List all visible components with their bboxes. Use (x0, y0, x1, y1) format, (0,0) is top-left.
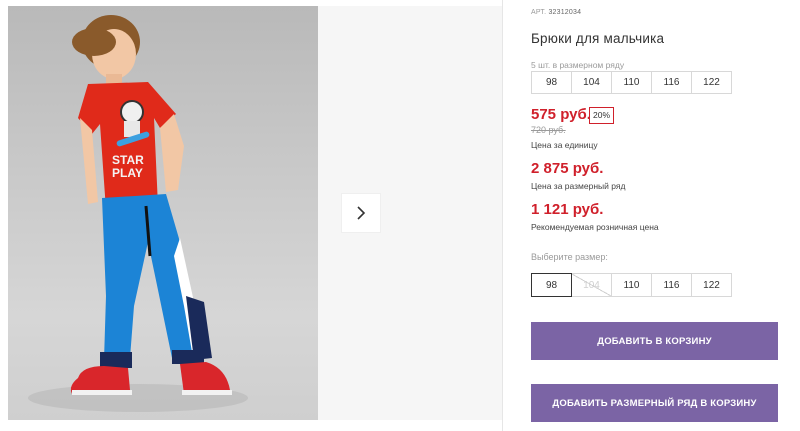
choose-size-label: Выберите размер: (531, 252, 608, 262)
add-to-cart-button[interactable]: ДОБАВИТЬ В КОРЗИНУ (531, 322, 778, 360)
unit-price: 575 руб. (531, 106, 591, 123)
size-row-item: 110 (611, 71, 652, 94)
unit-price-label: Цена за единицу (531, 140, 598, 150)
size-option-98[interactable]: 98 (531, 273, 572, 297)
row-price-label: Цена за размерный ряд (531, 181, 626, 191)
retail-price-label: Рекомендуемая розничная цена (531, 222, 659, 232)
add-size-row-to-cart-button[interactable]: ДОБАВИТЬ РАЗМЕРНЫЙ РЯД В КОРЗИНУ (531, 384, 778, 422)
size-row-item: 116 (651, 71, 692, 94)
old-price: 720 руб. (531, 125, 566, 135)
discount-badge: 20% (589, 107, 615, 124)
row-price: 2 875 руб. (531, 160, 604, 177)
size-selector: 98 104 110 116 122 (531, 273, 732, 297)
size-option-110[interactable]: 110 (611, 273, 652, 297)
product-title: Брюки для мальчика (531, 31, 665, 46)
article-value: 32312034 (548, 9, 582, 16)
article-number: АРТ. 32312034 (531, 9, 581, 16)
size-option-122[interactable]: 122 (691, 273, 732, 297)
shirt-print-text: STAR (112, 153, 144, 167)
article-label: АРТ. (531, 9, 547, 16)
product-photo[interactable]: STAR PLAY (8, 6, 318, 420)
size-row-item: 122 (691, 71, 732, 94)
size-row-item: 98 (531, 71, 572, 94)
chevron-right-icon (357, 206, 366, 220)
product-gallery: STAR PLAY (0, 0, 505, 431)
size-row-caption: 5 шт. в размерном ряду (531, 60, 625, 70)
retail-price: 1 121 руб. (531, 201, 604, 218)
boy-in-pants-image: STAR PLAY (28, 15, 248, 412)
size-option-104[interactable]: 104 (571, 273, 612, 297)
divider (502, 0, 503, 431)
size-row-item: 104 (571, 71, 612, 94)
size-option-116[interactable]: 116 (651, 273, 692, 297)
size-row-list: 98 104 110 116 122 (531, 71, 732, 94)
next-photo-button[interactable] (342, 194, 380, 232)
svg-text:PLAY: PLAY (112, 166, 143, 180)
